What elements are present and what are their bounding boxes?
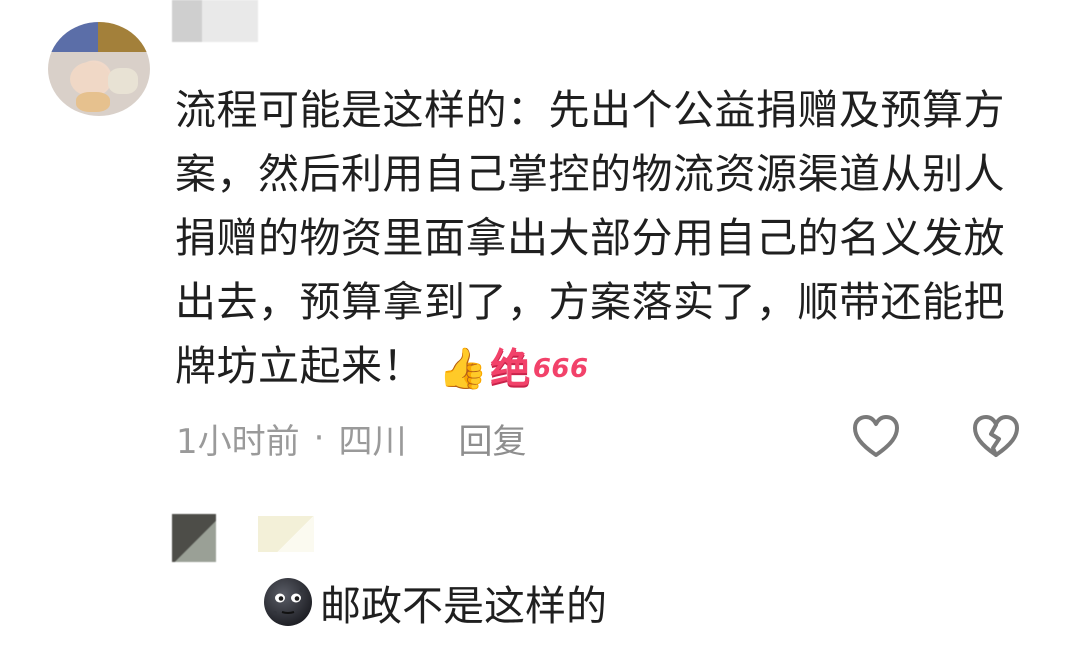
reply-text: 邮政不是这样的: [320, 582, 607, 630]
reply-button[interactable]: 回复: [458, 414, 526, 463]
username-blurred[interactable]: [172, 0, 258, 42]
avatar[interactable]: [48, 22, 150, 116]
sticker: 👍 绝 666: [438, 343, 589, 395]
dislike-button[interactable]: [972, 414, 1020, 460]
separator: ·: [313, 418, 325, 458]
new-moon-face-icon: [264, 578, 312, 626]
like-button[interactable]: [852, 414, 900, 460]
sticker-word: 绝: [490, 346, 531, 392]
comment-text: 流程可能是这样的：先出个公益捐赠及预算方案，然后利用自己掌控的物流资源渠道从别人…: [175, 86, 1005, 390]
comment-body: 流程可能是这样的：先出个公益捐赠及预算方案，然后利用自己掌控的物流资源渠道从别人…: [175, 78, 1005, 398]
location: 四川: [338, 421, 407, 462]
reply-username-blurred[interactable]: [258, 516, 314, 552]
comment-meta: 1小时前 · 四川 回复: [176, 414, 526, 463]
reply-avatar[interactable]: [172, 514, 216, 562]
reply-body: 邮政不是这样的: [262, 572, 607, 632]
timestamp: 1小时前: [176, 421, 300, 462]
sticker-number: 666: [532, 354, 589, 384]
broken-heart-icon: [973, 415, 1019, 457]
heart-outline-icon: [853, 415, 899, 457]
thumbs-up-icon: 👍: [438, 346, 489, 392]
